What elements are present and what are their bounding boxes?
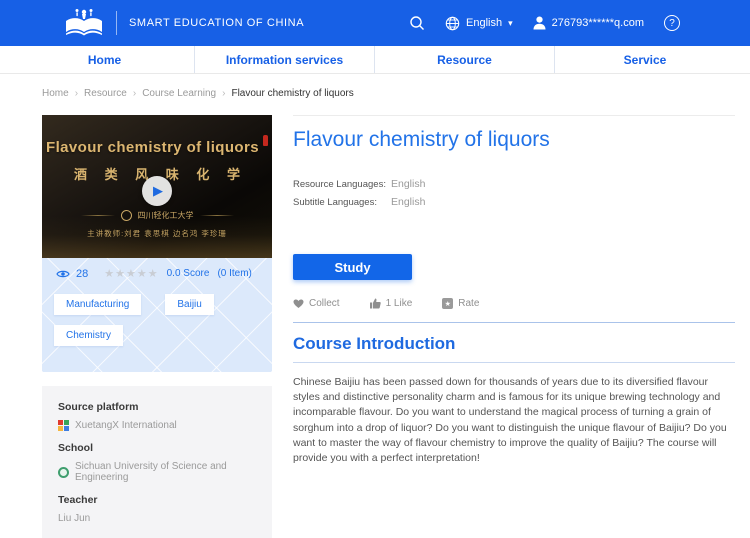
breadcrumb-separator: › bbox=[222, 88, 226, 99]
source-platform-label: Source platform bbox=[58, 401, 139, 413]
app-header: SMART EDUCATION OF CHINA English ▾ 27679… bbox=[0, 0, 750, 46]
globe-icon bbox=[445, 16, 460, 30]
language-selector[interactable]: English ▾ bbox=[445, 16, 513, 31]
play-icon: ▶ bbox=[153, 183, 163, 198]
breadcrumb: Home › Resource › Course Learning › Flav… bbox=[42, 88, 750, 99]
account-menu[interactable]: 276793******q.com bbox=[533, 16, 644, 30]
page-title: Flavour chemistry of liquors bbox=[293, 128, 550, 151]
heart-icon bbox=[293, 299, 304, 308]
breadcrumb-current: Flavour chemistry of liquors bbox=[231, 88, 354, 99]
views-eye-icon bbox=[56, 270, 70, 277]
tag-manufacturing[interactable]: Manufacturing bbox=[54, 294, 142, 315]
course-stats: 28 ★★★★★ 0.0 Score (0 Item) bbox=[42, 258, 272, 286]
thumbnail-title: Flavour chemistry of liquors bbox=[42, 135, 272, 156]
breadcrumb-course-learning[interactable]: Course Learning bbox=[142, 88, 216, 99]
header-right: English ▾ 276793******q.com ? bbox=[409, 15, 680, 31]
thumbs-up-icon bbox=[369, 298, 381, 309]
subtitle-languages-label: Subtitle Languages: bbox=[293, 197, 377, 208]
teacher-value: Liu Jun bbox=[58, 513, 91, 524]
help-icon[interactable]: ? bbox=[664, 15, 680, 31]
search-icon[interactable] bbox=[409, 15, 425, 31]
xuetangx-logo-icon bbox=[58, 420, 69, 431]
rating-stars[interactable]: ★★★★★ bbox=[104, 267, 158, 280]
course-detail: Flavour chemistry of liquors Resource La… bbox=[293, 115, 735, 538]
breadcrumb-home[interactable]: Home bbox=[42, 88, 69, 99]
breadcrumb-separator: › bbox=[132, 88, 137, 99]
nav-item-information-services[interactable]: Information services bbox=[195, 46, 375, 73]
subtitle-languages-row: Subtitle Languages: English bbox=[293, 196, 735, 208]
resource-languages-label: Resource Languages: bbox=[293, 179, 386, 190]
breadcrumb-resource[interactable]: Resource bbox=[84, 88, 127, 99]
nav-item-service[interactable]: Service bbox=[555, 46, 735, 73]
flourish-left bbox=[80, 215, 115, 216]
rate-button[interactable]: ★ Rate bbox=[442, 298, 479, 309]
user-icon bbox=[533, 16, 546, 30]
teacher-label: Teacher bbox=[58, 494, 98, 506]
tag-chemistry[interactable]: Chemistry bbox=[54, 325, 124, 346]
main-nav: Home Information services Resource Servi… bbox=[0, 46, 750, 74]
school-seal-icon bbox=[58, 466, 69, 478]
video-thumbnail[interactable]: Flavour chemistry of liquors 酒 类 风 味 化 学… bbox=[42, 115, 272, 258]
chevron-down-icon: ▾ bbox=[508, 17, 513, 28]
score-value: 0.0 Score bbox=[166, 268, 210, 279]
university-seal-row: 四川轻化工大学 bbox=[42, 210, 272, 221]
page: SMART EDUCATION OF CHINA English ▾ 27679… bbox=[0, 0, 750, 538]
bottle-icon bbox=[262, 135, 268, 146]
section-separator bbox=[293, 322, 735, 323]
source-platform-row: XuetangX International bbox=[58, 420, 256, 431]
course-info-box: Source platform XuetangX International S… bbox=[42, 386, 272, 538]
like-button[interactable]: 1 Like bbox=[369, 298, 413, 309]
course-actions: Collect 1 Like ★ Rate bbox=[293, 298, 735, 309]
breadcrumb-separator: › bbox=[74, 88, 79, 99]
tag-baijiu[interactable]: Baijiu bbox=[165, 294, 214, 315]
school-label: School bbox=[58, 442, 94, 454]
collect-label: Collect bbox=[309, 298, 340, 309]
university-seal-icon bbox=[120, 210, 132, 221]
university-name-chinese: 四川轻化工大学 bbox=[137, 211, 194, 220]
user-email: 276793******q.com bbox=[551, 17, 644, 29]
language-label: English bbox=[466, 17, 503, 29]
heading-underline bbox=[293, 362, 735, 363]
subtitle-languages-value: English bbox=[391, 196, 426, 208]
collect-button[interactable]: Collect bbox=[293, 298, 340, 309]
like-label: 1 Like bbox=[385, 298, 413, 309]
course-sidebar: Flavour chemistry of liquors 酒 类 风 味 化 学… bbox=[42, 115, 272, 538]
course-introduction-heading: Course Introduction bbox=[293, 334, 456, 353]
rate-label: Rate bbox=[458, 298, 480, 309]
nav-item-resource[interactable]: Resource bbox=[375, 46, 555, 73]
site-logo bbox=[66, 9, 102, 36]
brand-title: SMART EDUCATION OF CHINA bbox=[129, 17, 305, 29]
study-button[interactable]: Study bbox=[293, 254, 412, 280]
course-summary-panel: Flavour chemistry of liquors 酒 类 风 味 化 学… bbox=[42, 115, 272, 372]
course-introduction-text: Chinese Baijiu has been passed down for … bbox=[293, 376, 727, 465]
source-platform-value: XuetangX International bbox=[75, 420, 177, 431]
nav-item-home[interactable]: Home bbox=[15, 46, 195, 73]
play-button[interactable]: ▶ bbox=[142, 176, 172, 206]
school-value: Sichuan University of Science and Engine… bbox=[75, 461, 227, 483]
score-items: (0 Item) bbox=[217, 268, 252, 279]
thumbnail-teachers: 主讲教师:刘君 袁思棋 边名鸿 李珍珊 bbox=[87, 229, 227, 238]
school-row: Sichuan University of Science and Engine… bbox=[58, 461, 256, 483]
main-content: Flavour chemistry of liquors 酒 类 风 味 化 学… bbox=[0, 115, 750, 538]
language-info: Resource Languages: English Subtitle Lan… bbox=[293, 178, 735, 208]
flourish-right bbox=[199, 215, 234, 216]
views-count: 28 bbox=[76, 267, 89, 280]
resource-languages-value: English bbox=[391, 178, 426, 190]
rate-icon: ★ bbox=[442, 298, 454, 309]
resource-languages-row: Resource Languages: English bbox=[293, 178, 735, 190]
header-divider bbox=[116, 11, 117, 35]
course-tags: Manufacturing Baijiu Chemistry bbox=[42, 286, 272, 346]
